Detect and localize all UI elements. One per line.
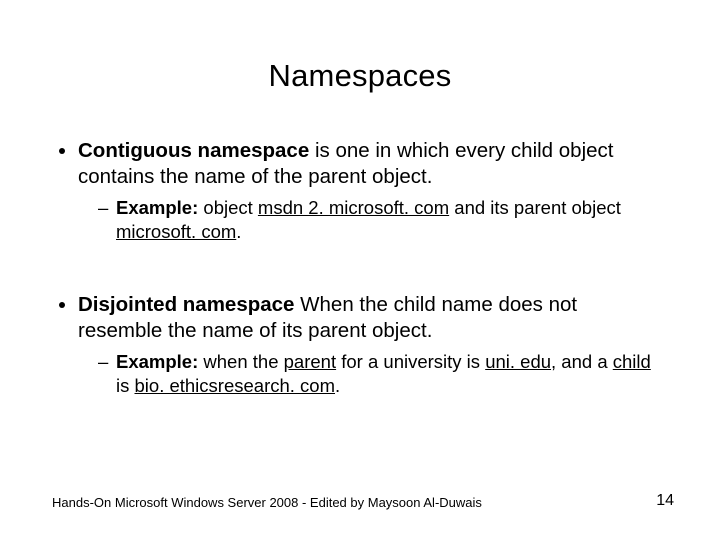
example-disjointed: Example: when the parent for a universit… — [98, 350, 662, 397]
example-contiguous: Example: object msdn 2. microsoft. com a… — [98, 196, 662, 243]
link-microsoft: microsoft. com — [116, 221, 236, 242]
slide: Namespaces Contiguous namespace is one i… — [0, 0, 720, 540]
example-text-3: . — [236, 221, 241, 242]
term-contiguous: Contiguous namespace — [78, 139, 309, 162]
footer-text: Hands-On Microsoft Windows Server 2008 -… — [52, 495, 482, 510]
ex2-text-2: for a university is — [336, 351, 485, 372]
ex2-text-5: . — [335, 375, 340, 396]
link-bio: bio. ethicsresearch. com — [135, 375, 336, 396]
bullet-contiguous: Contiguous namespace is one in which eve… — [78, 138, 662, 244]
spacer — [52, 264, 662, 292]
example-label: Example: — [116, 197, 198, 218]
sublist-disjointed: Example: when the parent for a universit… — [78, 350, 662, 397]
bullet-disjointed: Disjointed namespace When the child name… — [78, 292, 662, 398]
example-label-2: Example: — [116, 351, 198, 372]
ex2-text-4: is — [116, 375, 135, 396]
term-disjointed: Disjointed namespace — [78, 293, 294, 316]
example-text-2: and its parent object — [449, 197, 621, 218]
underline-parent: parent — [284, 351, 336, 372]
ex2-text-3: , and a — [551, 351, 613, 372]
sublist-contiguous: Example: object msdn 2. microsoft. com a… — [78, 196, 662, 243]
slide-body: Contiguous namespace is one in which eve… — [52, 138, 662, 418]
page-number: 14 — [656, 492, 674, 510]
link-uni-edu: uni. edu — [485, 351, 551, 372]
example-text-1: object — [198, 197, 258, 218]
slide-title: Namespaces — [0, 58, 720, 94]
underline-child: child — [613, 351, 651, 372]
link-msdn: msdn 2. microsoft. com — [258, 197, 449, 218]
ex2-text-1: when the — [198, 351, 283, 372]
bullet-list: Contiguous namespace is one in which eve… — [52, 138, 662, 244]
bullet-list-2: Disjointed namespace When the child name… — [52, 292, 662, 398]
